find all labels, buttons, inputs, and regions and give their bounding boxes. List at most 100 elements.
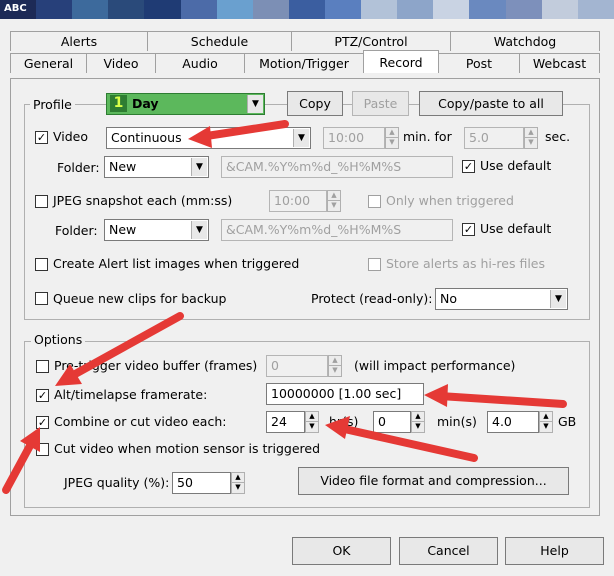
paste-button[interactable]: Paste <box>352 91 409 116</box>
alt-framerate-label: Alt/timelapse framerate: <box>54 387 208 402</box>
hours-unit: hr(s) <box>329 414 359 429</box>
use-default2-label: Use default <box>480 221 552 236</box>
cut-motion-label: Cut video when motion sensor is triggere… <box>54 441 321 456</box>
video-mode-select[interactable]: Continuous ▼ <box>106 127 311 149</box>
alt-framerate-checkbox[interactable]: ✓ <box>36 389 49 402</box>
combine-checkbox[interactable]: ✓ <box>36 416 49 429</box>
folder2-select[interactable]: New ▼ <box>104 219 209 241</box>
jpeg-snapshot-checkbox[interactable] <box>35 195 48 208</box>
mins-value: 0 <box>378 414 386 429</box>
folder2-pattern: &CAM.%Y%m%d_%H%M%S <box>226 222 402 237</box>
video-checkbox[interactable]: ✓ <box>35 131 48 144</box>
title-bar-segment <box>469 0 506 19</box>
tab-video[interactable]: Video <box>86 53 156 73</box>
tab-ptz-control[interactable]: PTZ/Control <box>291 31 451 51</box>
min-value-field[interactable]: 10:00 <box>323 127 385 149</box>
title-bar <box>0 0 614 19</box>
use-default-label: Use default <box>480 158 552 173</box>
video-mode-value: Continuous <box>111 130 182 145</box>
pretrigger-checkbox[interactable] <box>36 360 49 373</box>
mins-spinner[interactable]: ▲ ▼ <box>411 411 425 433</box>
folder-select[interactable]: New ▼ <box>104 156 209 178</box>
store-hires-checkbox[interactable] <box>368 258 381 271</box>
title-bar-segment <box>252 0 289 19</box>
copy-button[interactable]: Copy <box>287 91 343 116</box>
use-default2-checkbox[interactable]: ✓ <box>462 223 475 236</box>
help-button[interactable]: Help <box>505 537 604 565</box>
folder2-pattern-field[interactable]: &CAM.%Y%m%d_%H%M%S <box>221 219 453 241</box>
sec-spinner[interactable]: ▲ ▼ <box>524 127 538 149</box>
cut-motion-checkbox[interactable] <box>36 443 49 456</box>
pretrigger-field[interactable]: 0 <box>266 355 328 377</box>
tab-record[interactable]: Record <box>363 50 439 73</box>
folder-value: New <box>109 159 137 174</box>
folder2-label: Folder: <box>55 223 98 238</box>
title-bar-segment <box>144 0 181 19</box>
chevron-down-icon[interactable]: ▼ <box>191 221 207 239</box>
store-hires-label: Store alerts as hi-res files <box>386 256 546 271</box>
title-bar-segment <box>108 0 145 19</box>
jpeg-interval-field[interactable]: 10:00 <box>269 190 327 212</box>
window-title: ABC <box>4 3 27 14</box>
jpeg-quality-spinner[interactable]: ▲ ▼ <box>231 472 245 494</box>
video-label: Video <box>53 129 89 144</box>
video-format-button[interactable]: Video file format and compression... <box>298 467 569 495</box>
protect-select[interactable]: No ▼ <box>435 288 568 310</box>
gb-field[interactable]: 4.0 <box>487 411 539 433</box>
title-bar-segment <box>577 0 614 19</box>
folder-label: Folder: <box>57 160 100 175</box>
alert-images-label: Create Alert list images when triggered <box>53 256 300 271</box>
chevron-down-icon[interactable]: ▼ <box>550 290 566 308</box>
title-bar-segment <box>288 0 325 19</box>
chevron-down-icon[interactable]: ▼ <box>293 129 309 147</box>
pretrigger-spinner[interactable]: ▲ ▼ <box>328 355 342 377</box>
pretrigger-label: Pre-trigger video buffer (frames) <box>54 358 258 373</box>
tab-alerts[interactable]: Alerts <box>10 31 148 51</box>
alt-framerate-value: 10000000 [1.00 sec] <box>271 386 402 401</box>
jpeg-snapshot-label: JPEG snapshot each (mm:ss) <box>53 193 233 208</box>
title-bar-segment <box>541 0 578 19</box>
protect-value: No <box>440 291 457 306</box>
tab-motion-trigger[interactable]: Motion/Trigger <box>244 53 364 73</box>
queue-backup-checkbox[interactable] <box>35 292 48 305</box>
title-bar-segment <box>180 0 217 19</box>
hours-spinner[interactable]: ▲ ▼ <box>305 411 319 433</box>
folder-pattern-field[interactable]: &CAM.%Y%m%d_%H%M%S <box>221 156 453 178</box>
chevron-down-icon[interactable]: ▼ <box>191 158 207 176</box>
title-bar-segment <box>216 0 253 19</box>
tab-webcast[interactable]: Webcast <box>519 53 600 73</box>
mins-field[interactable]: 0 <box>373 411 411 433</box>
sec-value: 5.0 <box>469 130 489 145</box>
mins-unit: min(s) <box>437 414 477 429</box>
jpeg-quality-field[interactable]: 50 <box>172 472 231 494</box>
tab-general[interactable]: General <box>10 53 87 73</box>
copy-paste-all-button[interactable]: Copy/paste to all <box>419 91 563 116</box>
chevron-down-icon[interactable]: ▼ <box>247 95 263 113</box>
title-bar-segment <box>36 0 73 19</box>
only-triggered-checkbox[interactable] <box>368 195 381 208</box>
title-bar-segment <box>433 0 470 19</box>
hours-field[interactable]: 24 <box>266 411 305 433</box>
title-bar-segment <box>361 0 398 19</box>
alt-framerate-field[interactable]: 10000000 [1.00 sec] <box>266 383 424 405</box>
title-bar-segment <box>324 0 362 19</box>
min-spinner[interactable]: ▲ ▼ <box>385 127 399 149</box>
tab-post[interactable]: Post <box>438 53 520 73</box>
gb-value: 4.0 <box>492 414 512 429</box>
options-label: Options <box>31 332 86 347</box>
sec-label: sec. <box>545 129 571 144</box>
profile-number-icon: 1 <box>110 95 127 112</box>
tab-schedule[interactable]: Schedule <box>147 31 292 51</box>
tab-audio[interactable]: Audio <box>155 53 245 73</box>
queue-backup-label: Queue new clips for backup <box>53 291 227 306</box>
tab-watchdog[interactable]: Watchdog <box>450 31 600 51</box>
pretrigger-value: 0 <box>271 358 279 373</box>
jpeg-interval-spinner[interactable]: ▲ ▼ <box>327 190 341 212</box>
alert-images-checkbox[interactable] <box>35 258 48 271</box>
ok-button[interactable]: OK <box>292 537 391 565</box>
cancel-button[interactable]: Cancel <box>399 537 498 565</box>
profile-select[interactable]: 1 Day ▼ <box>106 93 265 115</box>
use-default-checkbox[interactable]: ✓ <box>462 160 475 173</box>
sec-value-field[interactable]: 5.0 <box>464 127 524 149</box>
gb-spinner[interactable]: ▲ ▼ <box>539 411 553 433</box>
